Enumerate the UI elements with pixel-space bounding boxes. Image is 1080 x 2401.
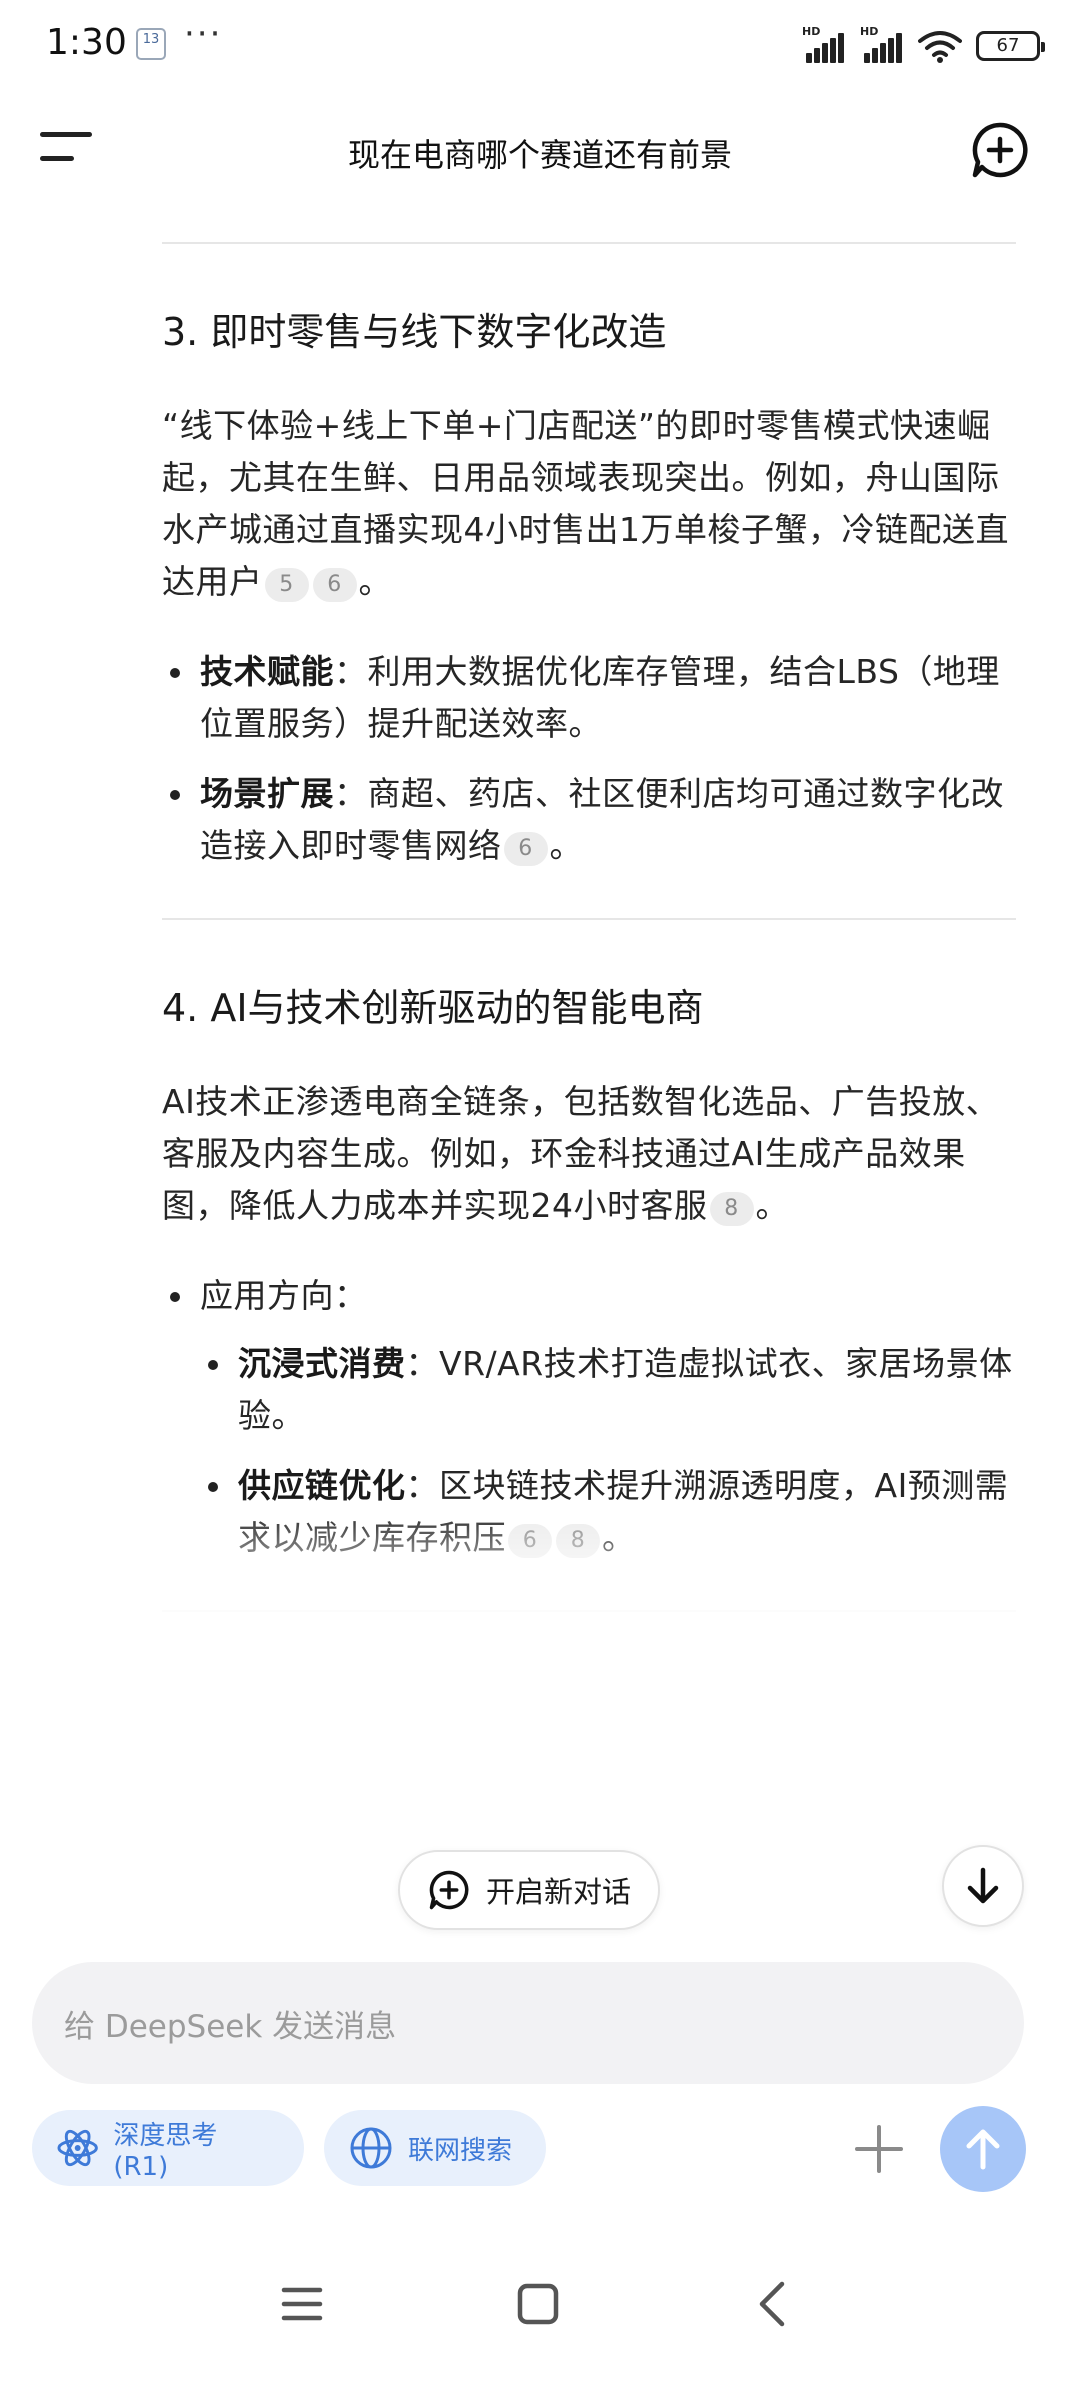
sub-list-item: 沉浸式消费：VR/AR技术打造虚拟试衣、家居场景体验。 xyxy=(208,1338,1018,1442)
citation-badge[interactable]: 6 xyxy=(312,568,357,602)
message-input-placeholder: 给 DeepSeek 发送消息 xyxy=(64,2008,397,2045)
back-icon[interactable] xyxy=(744,2274,804,2334)
citation-badge[interactable]: 6 xyxy=(503,832,548,866)
web-search-label: 联网搜索 xyxy=(408,2135,513,2166)
list-item: 技术赋能：利用大数据优化库存管理，结合LBS（地理位置服务）提升配送效率。 xyxy=(170,646,1018,750)
citation-badge[interactable]: 5 xyxy=(264,568,309,602)
home-icon[interactable] xyxy=(508,2274,568,2334)
section-divider xyxy=(162,242,1016,244)
arrow-up-icon xyxy=(966,2129,1000,2170)
globe-icon xyxy=(350,2127,392,2169)
calendar-day: 13 xyxy=(142,32,160,47)
conversation-title: 现在电商哪个赛道还有前景 xyxy=(347,136,732,174)
section-heading-4: 4. AI与技术创新驱动的智能电商 xyxy=(162,986,704,1030)
new-chat-label: 开启新对话 xyxy=(486,1875,632,1909)
list-item-term: 场景扩展 xyxy=(200,774,334,813)
status-bar: 1:30 13 ··· HD HD 67 xyxy=(0,0,1080,92)
list-item: 场景扩展：商超、药店、社区便利店均可通过数字化改造接入即时零售网络 6。 xyxy=(170,768,1018,872)
section-3-paragraph: “线下体验+线上下单+门店配送”的即时零售模式快速崛起，尤其在生鲜、日用品领域表… xyxy=(162,406,1009,602)
atom-icon xyxy=(57,2129,98,2167)
status-time: 1:30 xyxy=(46,22,127,63)
section-divider xyxy=(162,1610,1016,1612)
citation-badge[interactable]: 8 xyxy=(709,1192,754,1226)
list-item-term: 供应链优化 xyxy=(238,1466,406,1505)
battery-icon: 67 xyxy=(976,31,1045,61)
status-icons: HD HD 67 xyxy=(802,25,1045,66)
citation-badge[interactable]: 6 xyxy=(508,1524,552,1558)
calendar-icon: 13 xyxy=(136,28,166,60)
attach-plus-icon[interactable] xyxy=(854,2124,904,2174)
list-item-term: 技术赋能 xyxy=(200,652,334,691)
list-item: 应用方向： 沉浸式消费：VR/AR技术打造虚拟试衣、家居场景体验。 供应链优化：… xyxy=(170,1270,1018,1564)
section-4-paragraph: AI技术正渗透电商全链条，包括数智化选品、广告投放、客服及内容生成。例如，环金科… xyxy=(162,1082,1000,1226)
deep-think-label: 深度思考 (R1) xyxy=(113,2120,218,2182)
arrow-down-icon xyxy=(967,1867,999,1904)
sub-list-item: 供应链优化：区块链技术提升溯源透明度，AI预测需求以减少库存积压 6 8。 xyxy=(208,1460,1018,1564)
system-navigation-bar xyxy=(0,2240,1080,2401)
recent-apps-icon[interactable] xyxy=(272,2274,332,2334)
send-button[interactable] xyxy=(940,2106,1026,2192)
battery-level: 67 xyxy=(996,35,1020,56)
message-input[interactable]: 给 DeepSeek 发送消息 xyxy=(32,1962,1024,2084)
list-item-term: 沉浸式消费 xyxy=(238,1344,406,1383)
section-heading-3: 3. 即时零售与线下数字化改造 xyxy=(162,310,667,354)
new-chat-icon xyxy=(429,1870,469,1910)
deep-think-toggle[interactable]: 深度思考 (R1) xyxy=(32,2110,304,2186)
wifi-icon xyxy=(918,31,962,63)
chat-content[interactable]: 3. 即时零售与线下数字化改造 “线下体验+线上下单+门店配送”的即时零售模式快… xyxy=(162,212,1018,1952)
web-search-toggle[interactable]: 联网搜索 xyxy=(324,2110,546,2186)
signal-1-icon: HD xyxy=(802,25,846,63)
section-heading-5: 5. 高性价比与垂直细分市场 xyxy=(162,1678,629,1722)
header: 现在电商哪个赛道还有前景 xyxy=(0,92,1080,212)
citation-badge[interactable]: 8 xyxy=(556,1524,600,1558)
signal-2-icon: HD xyxy=(860,25,904,63)
new-chat-button[interactable]: 开启新对话 xyxy=(398,1850,660,1930)
section-divider xyxy=(162,918,1016,920)
more-notifications-icon: ··· xyxy=(184,14,223,54)
new-chat-icon[interactable] xyxy=(970,120,1030,180)
scroll-to-bottom-button[interactable] xyxy=(942,1845,1024,1927)
